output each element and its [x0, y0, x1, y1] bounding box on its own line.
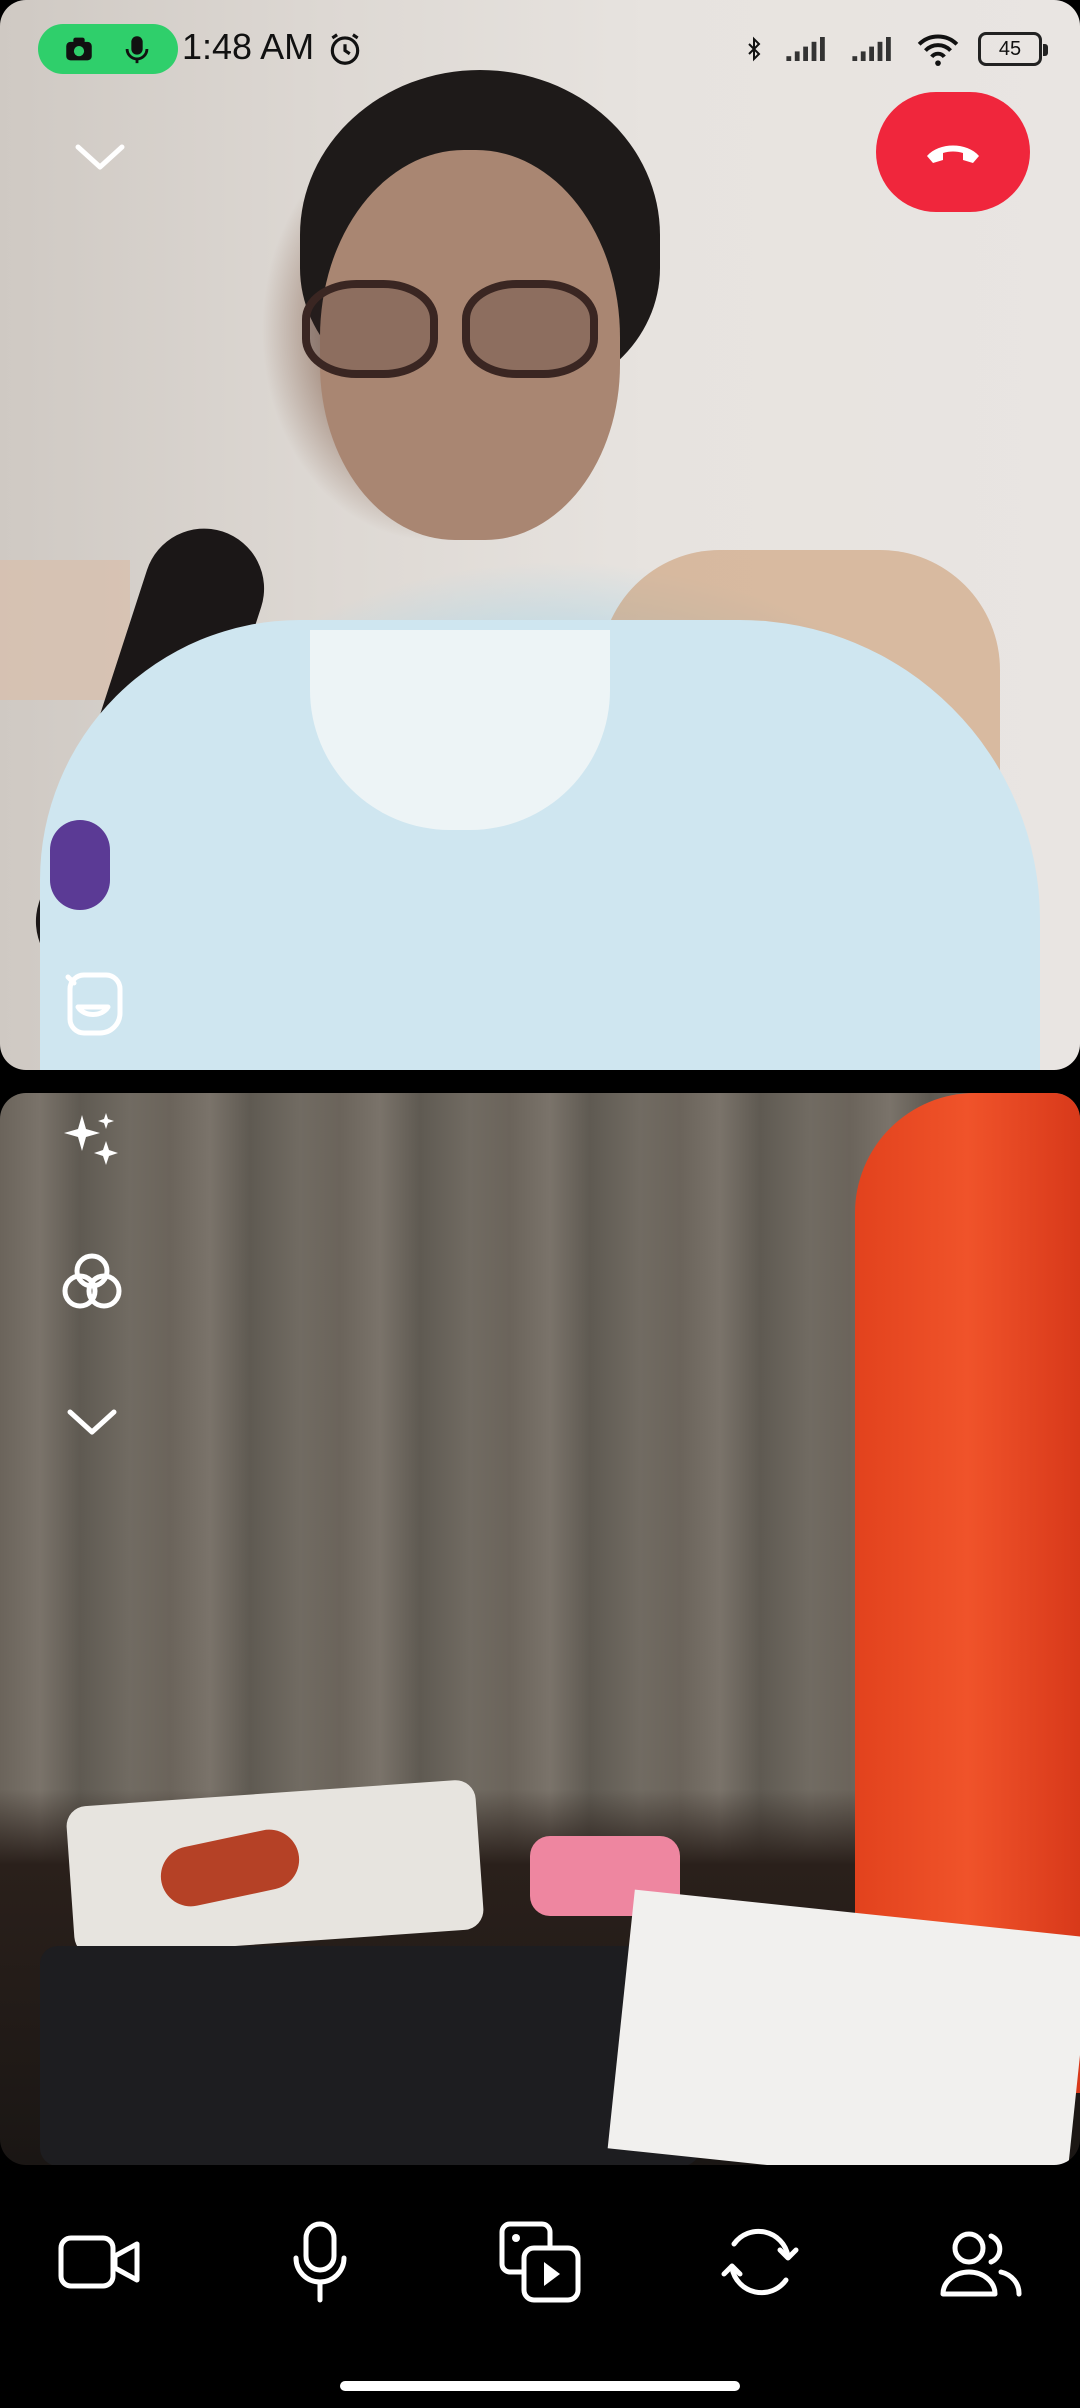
end-call-icon [927, 145, 979, 163]
chevron-down-icon [67, 1409, 117, 1435]
home-indicator[interactable] [340, 2381, 740, 2391]
call-control-bar [0, 2165, 1080, 2408]
system-icons: 45 [742, 26, 1048, 72]
clock: 1:48 AM [182, 26, 315, 67]
laptop [40, 1946, 700, 2165]
media-share-icon [499, 2221, 581, 2303]
bluetooth-icon [748, 36, 761, 62]
microphone-icon [293, 2221, 347, 2303]
microphone-toggle-button[interactable] [265, 2207, 375, 2317]
chevron-down-icon [75, 144, 125, 170]
camera-toggle-button[interactable] [44, 2207, 154, 2317]
mic-recording-icon [125, 36, 149, 64]
battery-icon: 45 [978, 32, 1048, 66]
switch-camera-button[interactable] [705, 2207, 815, 2317]
person-glasses [302, 280, 602, 378]
recording-indicator [38, 24, 178, 74]
clipboard-paper [607, 1889, 1080, 2165]
effects-button[interactable] [52, 1103, 132, 1183]
battery-level: 45 [998, 37, 1022, 60]
hair-tie [50, 820, 110, 910]
participants-button[interactable] [926, 2207, 1036, 2317]
collapse-call-button[interactable] [60, 122, 140, 192]
wifi-icon [917, 34, 959, 66]
media-share-button[interactable] [485, 2207, 595, 2317]
signal-icon [852, 37, 891, 61]
sticker-icon [65, 972, 123, 1036]
more-effects-button[interactable] [52, 1387, 132, 1457]
camera-recording-icon [66, 37, 92, 61]
video-camera-icon [58, 2235, 140, 2289]
signal-icon [786, 37, 825, 61]
end-call-button[interactable] [876, 92, 1030, 212]
sparkles-icon [64, 1113, 118, 1165]
participants-icon [940, 2231, 1022, 2297]
self-video-tile[interactable] [0, 1093, 1080, 2165]
sticker-button[interactable] [54, 965, 134, 1045]
alarm-icon [330, 33, 360, 65]
switch-camera-icon [721, 2228, 799, 2296]
filters-button[interactable] [52, 1243, 132, 1323]
filters-icon [62, 1253, 122, 1309]
status-bar: 1:48 AM 45 [0, 0, 1080, 100]
